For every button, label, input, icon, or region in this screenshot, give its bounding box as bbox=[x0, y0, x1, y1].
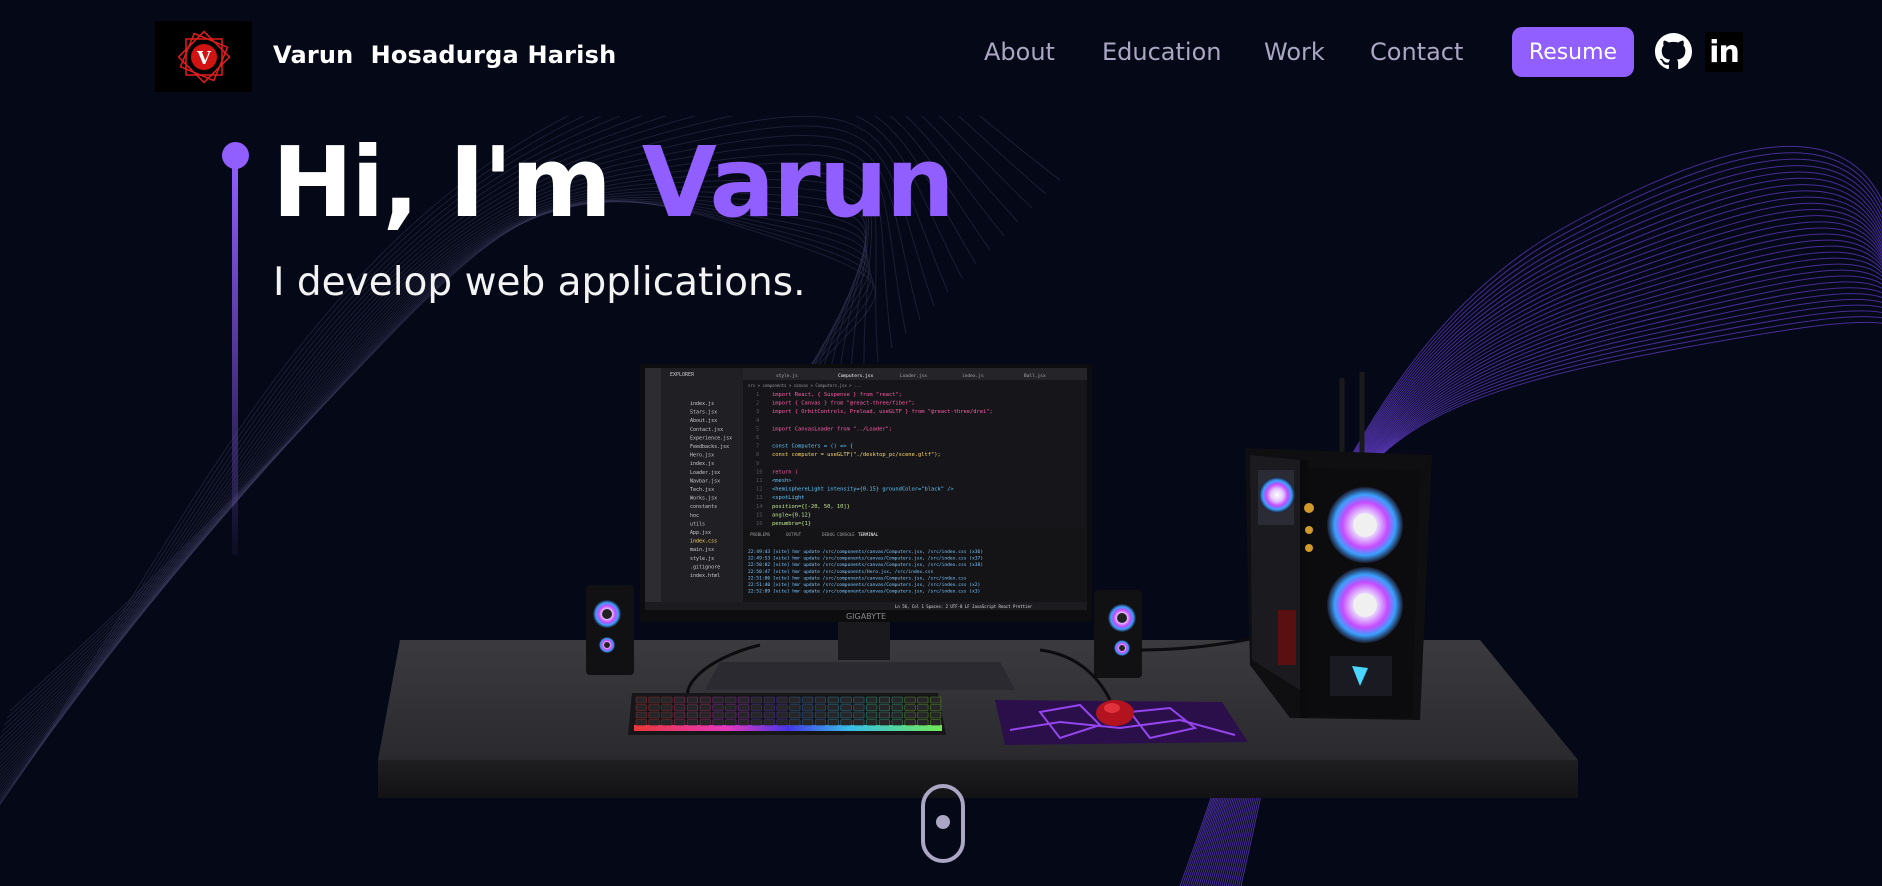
code-line-number: 11 bbox=[756, 478, 763, 484]
site-name[interactable]: Varun Hosadurga Harish bbox=[273, 41, 616, 69]
explorer-file: Feedbacks.jsx bbox=[690, 444, 729, 450]
explorer-file: Navbar.jsx bbox=[690, 478, 720, 484]
site-logo[interactable]: V bbox=[155, 21, 252, 92]
code-line: angle={0.12} bbox=[772, 512, 811, 518]
terminal-line: 22:52:09 [vite] hmr update /src/componen… bbox=[748, 589, 980, 595]
explorer-file: About.jsx bbox=[690, 418, 717, 424]
code-line-number: 12 bbox=[756, 487, 763, 493]
desk-setup-scene: GIGABYTE EXPLORER style.js Computers.jsx L… bbox=[378, 364, 1578, 798]
code-line: const computer = useGLTF("./desktop_pc/s… bbox=[772, 452, 941, 458]
editor-tab: index.js bbox=[962, 373, 984, 379]
terminal-line: 22:51:40 [vite] hmr update /src/componen… bbox=[748, 582, 980, 588]
explorer-file: Loader.jsx bbox=[690, 470, 720, 476]
explorer-file: Tech.jsx bbox=[690, 487, 714, 493]
left-speaker bbox=[586, 585, 634, 675]
code-line-number: 5 bbox=[756, 426, 759, 432]
right-speaker bbox=[1094, 590, 1142, 678]
editor-tab: Ball.jsx bbox=[1024, 373, 1046, 379]
explorer-file: index.js bbox=[690, 461, 714, 467]
logo-emblem-icon: V bbox=[176, 29, 231, 84]
explorer-file: hoc bbox=[690, 513, 699, 519]
explorer-title: EXPLORER bbox=[670, 372, 695, 378]
nav-link-work[interactable]: Work bbox=[1264, 38, 1325, 66]
linkedin-icon[interactable]: in bbox=[1705, 32, 1743, 72]
explorer-file: Stars.jsx bbox=[690, 410, 717, 416]
code-line: penumbra={1} bbox=[772, 521, 811, 527]
code-line-number: 8 bbox=[756, 452, 759, 458]
mouse bbox=[1096, 700, 1134, 726]
code-line-number: 4 bbox=[756, 418, 759, 424]
code-line-number: 1 bbox=[756, 392, 759, 398]
explorer-file: .gitignore bbox=[690, 564, 720, 570]
code-line: const Computers = () => { bbox=[772, 444, 853, 450]
svg-text:V: V bbox=[196, 48, 212, 69]
code-line-number: 2 bbox=[756, 401, 759, 407]
code-line-number: 9 bbox=[756, 461, 759, 467]
code-line-number: 10 bbox=[756, 469, 763, 475]
terminal-line: 22:51:06 [vite] hmr update /src/componen… bbox=[748, 575, 967, 581]
explorer-file: Hero.jsx bbox=[690, 453, 714, 459]
editor-tab: Loader.jsx bbox=[900, 373, 927, 379]
navbar: V Varun Hosadurga Harish About Education… bbox=[0, 0, 1882, 116]
terminal-line: 22:49:43 [vite] hmr update /src/componen… bbox=[748, 549, 983, 555]
keyboard bbox=[628, 693, 946, 735]
code-line: <spotLight bbox=[772, 495, 804, 501]
code-line: return ( bbox=[772, 469, 798, 475]
panel-tab: PROBLEMS bbox=[750, 532, 771, 537]
explorer-file: Works.jsx bbox=[690, 496, 717, 502]
code-line: import CanvasLoader from "../Loader"; bbox=[772, 426, 892, 432]
nav-link-contact[interactable]: Contact bbox=[1370, 38, 1463, 66]
code-line-number: 13 bbox=[756, 495, 763, 501]
explorer-file: index.js bbox=[690, 401, 714, 407]
scroll-down-indicator[interactable] bbox=[921, 784, 965, 863]
explorer-file: main.jsx bbox=[690, 547, 714, 553]
editor-status-right: Ln 56, Col 1 Spaces: 2 UTF-8 LF JavaScri… bbox=[895, 604, 1033, 609]
explorer-file: index.css bbox=[690, 539, 717, 545]
explorer-file: index.html bbox=[690, 573, 720, 579]
explorer-file: style.js bbox=[690, 556, 714, 562]
code-line: import { OrbitControls, Preload, useGLTF… bbox=[772, 409, 993, 415]
panel-tab: DEBUG CONSOLE bbox=[822, 532, 855, 537]
github-icon[interactable] bbox=[1655, 33, 1692, 70]
terminal-line: 22:50:02 [vite] hmr update /src/componen… bbox=[748, 562, 983, 568]
linkedin-label: in bbox=[1709, 34, 1740, 70]
code-line: position={[-20, 50, 10]} bbox=[772, 504, 850, 510]
scroll-dot-icon bbox=[936, 815, 950, 829]
code-line-number: 6 bbox=[756, 435, 759, 441]
code-line: import { Canvas } from "@react-three/fib… bbox=[772, 401, 915, 407]
code-line: <hemisphereLight intensity={0.15} ground… bbox=[772, 487, 954, 493]
explorer-file: App.jsx bbox=[690, 530, 711, 536]
explorer-file: Contact.jsx bbox=[690, 427, 723, 433]
nav-link-education[interactable]: Education bbox=[1102, 38, 1221, 66]
pc-tower bbox=[1245, 372, 1432, 720]
explorer-file: constants bbox=[690, 504, 717, 510]
panel-tab: TERMINAL bbox=[858, 532, 879, 537]
monitor-brand: GIGABYTE bbox=[846, 612, 886, 621]
code-line: <mesh> bbox=[772, 478, 792, 484]
code-line-number: 16 bbox=[756, 521, 763, 527]
resume-button[interactable]: Resume bbox=[1512, 27, 1634, 77]
editor-tab: Computers.jsx bbox=[838, 373, 874, 379]
code-line-number: 7 bbox=[756, 444, 759, 450]
editor-breadcrumb: src > components > canvas > Computers.js… bbox=[748, 383, 861, 388]
terminal-line: 22:49:53 [vite] hmr update /src/componen… bbox=[748, 556, 983, 562]
editor-tab: style.js bbox=[776, 373, 798, 379]
terminal-line: 22:50:47 [vite] hmr update /src/componen… bbox=[748, 569, 934, 575]
panel-tab: OUTPUT bbox=[786, 532, 802, 537]
explorer-file: Experience.jsx bbox=[690, 435, 732, 441]
code-line-number: 14 bbox=[756, 504, 763, 510]
nav-link-about[interactable]: About bbox=[984, 38, 1055, 66]
code-line: import React, { Suspense } from "react"; bbox=[772, 392, 902, 398]
code-line-number: 3 bbox=[756, 409, 759, 415]
code-line-number: 15 bbox=[756, 512, 763, 518]
explorer-file: utils bbox=[690, 521, 705, 527]
